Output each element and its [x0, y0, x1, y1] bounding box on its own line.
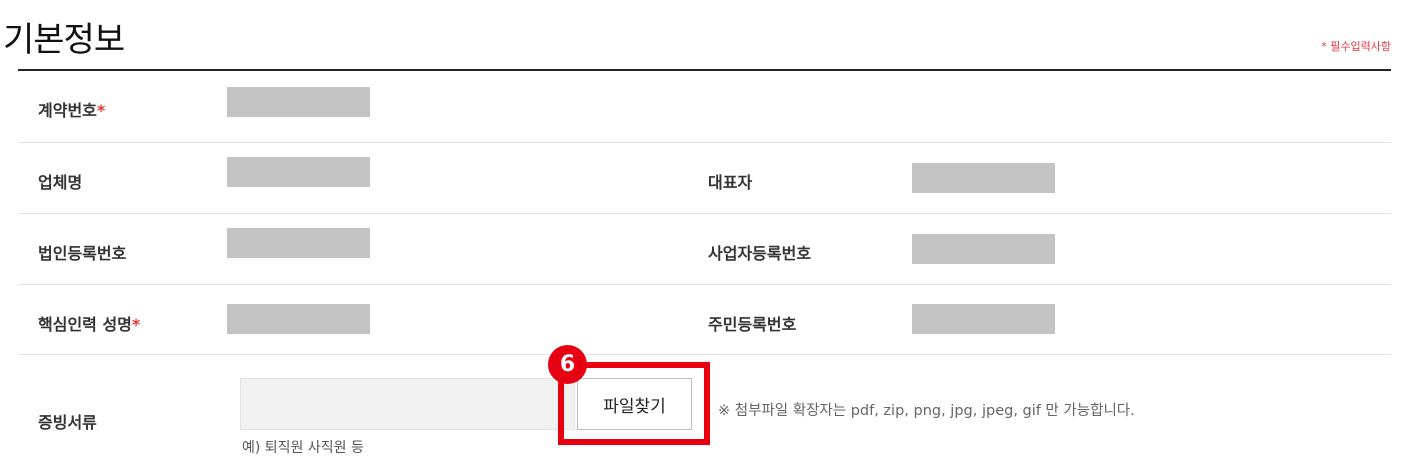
- ceo-value: [912, 163, 1055, 193]
- contract-number-value: [227, 87, 370, 117]
- key-person-name-label: 핵심인력 성명*: [38, 315, 141, 334]
- annotation-step-badge: 6: [548, 345, 587, 384]
- business-registration-value: [912, 234, 1055, 264]
- key-person-name-value: [227, 304, 370, 334]
- file-extension-notice: ※ 첨부파일 확장자는 pdf, zip, png, jpg, jpeg, gi…: [718, 403, 1135, 419]
- company-row: 업체명 대표자: [18, 143, 1391, 214]
- business-registration-label: 사업자등록번호: [708, 244, 812, 263]
- evidence-row: 증빙서류 파일찾기 6 예) 퇴직원 사직원 등 ※ 첨부파일 확장자는 pdf…: [18, 345, 1391, 475]
- required-star: *: [131, 315, 141, 334]
- resident-registration-label: 주민등록번호: [708, 315, 797, 334]
- company-name-value: [227, 157, 370, 187]
- registration-row: 법인등록번호 사업자등록번호: [18, 214, 1391, 285]
- required-star: *: [96, 101, 106, 120]
- corporate-registration-label: 법인등록번호: [38, 244, 127, 263]
- key-person-row: 핵심인력 성명* 주민등록번호: [18, 285, 1391, 355]
- company-name-label: 업체명: [38, 173, 83, 192]
- file-path-input[interactable]: [240, 378, 575, 430]
- file-example-hint: 예) 퇴직원 사직원 등: [242, 440, 364, 456]
- evidence-document-label: 증빙서류: [38, 413, 97, 432]
- corporate-registration-value: [227, 228, 370, 258]
- contract-number-row: 계약번호*: [18, 71, 1391, 143]
- required-note: * 필수입력사항: [1321, 40, 1391, 53]
- ceo-label: 대표자: [708, 173, 753, 192]
- resident-registration-value: [912, 304, 1055, 334]
- section-title: 기본정보: [3, 20, 125, 60]
- contract-number-label: 계약번호*: [38, 101, 106, 120]
